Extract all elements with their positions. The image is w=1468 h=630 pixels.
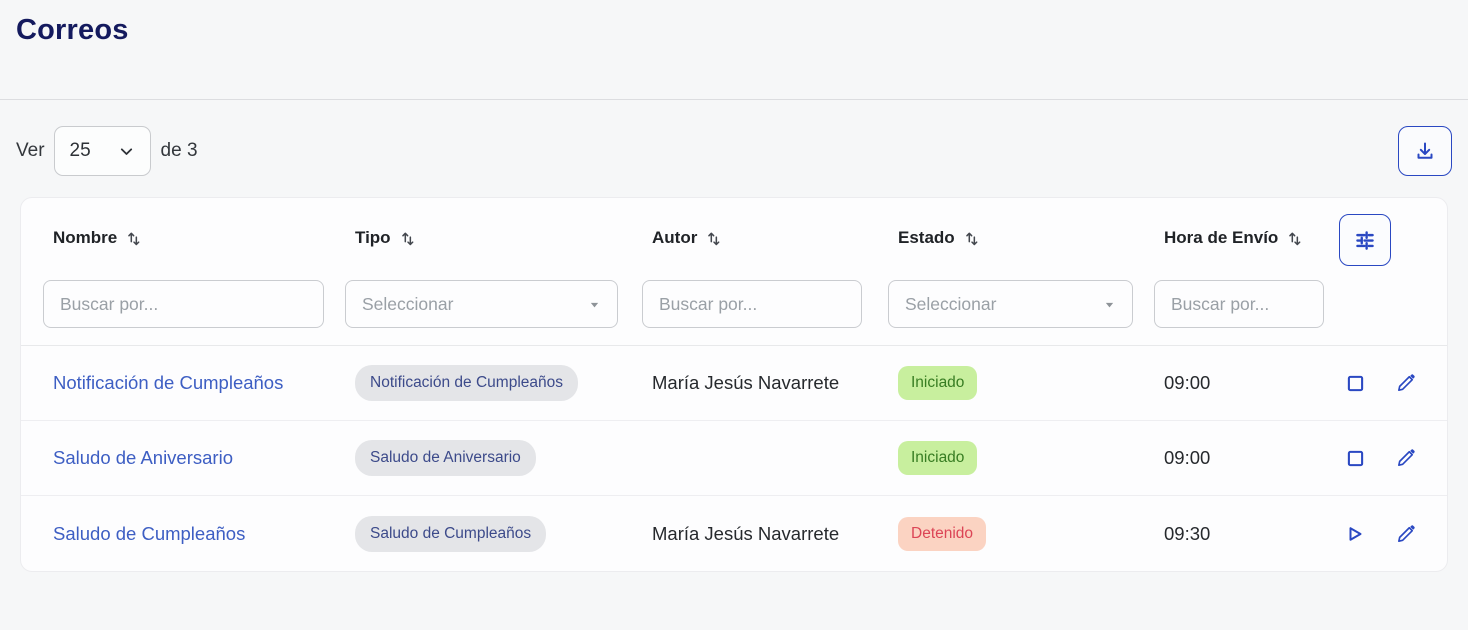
email-name-link[interactable]: Saludo de Aniversario: [53, 447, 233, 468]
email-name-cell: Saludo de Aniversario: [33, 447, 335, 469]
email-type-cell: Notificación de Cumpleaños: [335, 365, 632, 401]
email-time-cell: 09:00: [1144, 447, 1331, 469]
type-badge: Notificación de Cumpleaños: [355, 365, 578, 401]
stop-button[interactable]: [1347, 375, 1364, 392]
table-row: Notificación de Cumpleaños Notificación …: [21, 346, 1447, 421]
table-header-row: Nombre Tipo Autor: [21, 198, 1447, 266]
type-badge: Saludo de Aniversario: [355, 440, 536, 476]
column-header-hora-de-envio: Hora de Envío: [1144, 214, 1331, 248]
play-icon: [1346, 525, 1364, 543]
column-header-nombre: Nombre: [33, 214, 335, 248]
sliders-icon: [1352, 227, 1378, 253]
edit-button[interactable]: [1395, 447, 1417, 469]
row-actions: [1331, 523, 1435, 545]
column-header-actions: [1331, 214, 1435, 266]
email-author-cell: María Jesús Navarrete: [632, 523, 878, 545]
filter-select-estado[interactable]: Seleccionar: [888, 280, 1133, 328]
download-icon: [1413, 139, 1437, 163]
download-button[interactable]: [1398, 126, 1452, 176]
email-name-link[interactable]: Saludo de Cumpleaños: [53, 523, 245, 544]
sort-arrows-icon[interactable]: [1286, 229, 1304, 247]
email-type-cell: Saludo de Cumpleaños: [335, 516, 632, 552]
type-badge: Saludo de Cumpleaños: [355, 516, 546, 552]
per-page-select[interactable]: 25: [54, 126, 151, 176]
filter-cell-estado: Seleccionar: [878, 280, 1144, 328]
filter-select-tipo[interactable]: Seleccionar: [345, 280, 618, 328]
stop-icon: [1347, 375, 1364, 392]
status-badge: Iniciado: [898, 441, 977, 475]
triangle-down-icon: [588, 298, 601, 311]
table-row: Saludo de Cumpleaños Saludo de Cumpleaño…: [21, 496, 1447, 571]
column-header-autor: Autor: [632, 214, 878, 248]
table-row: Saludo de Aniversario Saludo de Aniversa…: [21, 421, 1447, 496]
per-page-value: 25: [70, 140, 91, 162]
chevron-down-icon: [118, 143, 135, 160]
email-time-cell: 09:00: [1144, 372, 1331, 394]
stop-icon: [1347, 450, 1364, 467]
stop-button[interactable]: [1347, 450, 1364, 467]
page-title: Correos: [16, 14, 1452, 47]
row-actions: [1331, 372, 1435, 394]
filter-cell-nombre: [33, 280, 335, 328]
sort-arrows-icon[interactable]: [963, 229, 981, 247]
total-count-label: de 3: [161, 140, 198, 162]
email-author-cell: María Jesús Navarrete: [632, 372, 878, 394]
column-header-estado: Estado: [878, 214, 1144, 248]
edit-button[interactable]: [1395, 372, 1417, 394]
filter-input-nombre[interactable]: [43, 280, 324, 328]
play-button[interactable]: [1346, 525, 1364, 543]
email-name-link[interactable]: Notificación de Cumpleaños: [53, 372, 283, 393]
triangle-down-icon: [1103, 298, 1116, 311]
email-time-cell: 09:30: [1144, 523, 1331, 545]
column-settings-button[interactable]: [1339, 214, 1391, 266]
sort-arrows-icon[interactable]: [705, 229, 723, 247]
table-filter-row: Seleccionar Seleccionar: [21, 266, 1447, 346]
sort-arrows-icon[interactable]: [399, 229, 417, 247]
page-header: Correos: [0, 0, 1468, 100]
table-controls: Ver 25 de 3: [16, 126, 1452, 176]
email-status-cell: Iniciado: [878, 441, 1144, 475]
email-status-cell: Iniciado: [878, 366, 1144, 400]
emails-table-card: Nombre Tipo Autor: [20, 197, 1448, 572]
pencil-icon: [1395, 372, 1417, 394]
email-status-cell: Detenido: [878, 517, 1144, 551]
sort-arrows-icon[interactable]: [125, 229, 143, 247]
filter-cell-tipo: Seleccionar: [335, 280, 632, 328]
email-name-cell: Saludo de Cumpleaños: [33, 523, 335, 545]
pencil-icon: [1395, 523, 1417, 545]
email-name-cell: Notificación de Cumpleaños: [33, 372, 335, 394]
status-badge: Iniciado: [898, 366, 977, 400]
per-page-label: Ver: [16, 140, 45, 162]
edit-button[interactable]: [1395, 523, 1417, 545]
status-badge: Detenido: [898, 517, 986, 551]
filter-input-hora-de-envio[interactable]: [1154, 280, 1324, 328]
row-actions: [1331, 447, 1435, 469]
filter-cell-autor: [632, 280, 878, 328]
email-type-cell: Saludo de Aniversario: [335, 440, 632, 476]
filter-input-autor[interactable]: [642, 280, 862, 328]
pencil-icon: [1395, 447, 1417, 469]
filter-cell-hora: [1144, 280, 1331, 328]
column-header-tipo: Tipo: [335, 214, 632, 248]
